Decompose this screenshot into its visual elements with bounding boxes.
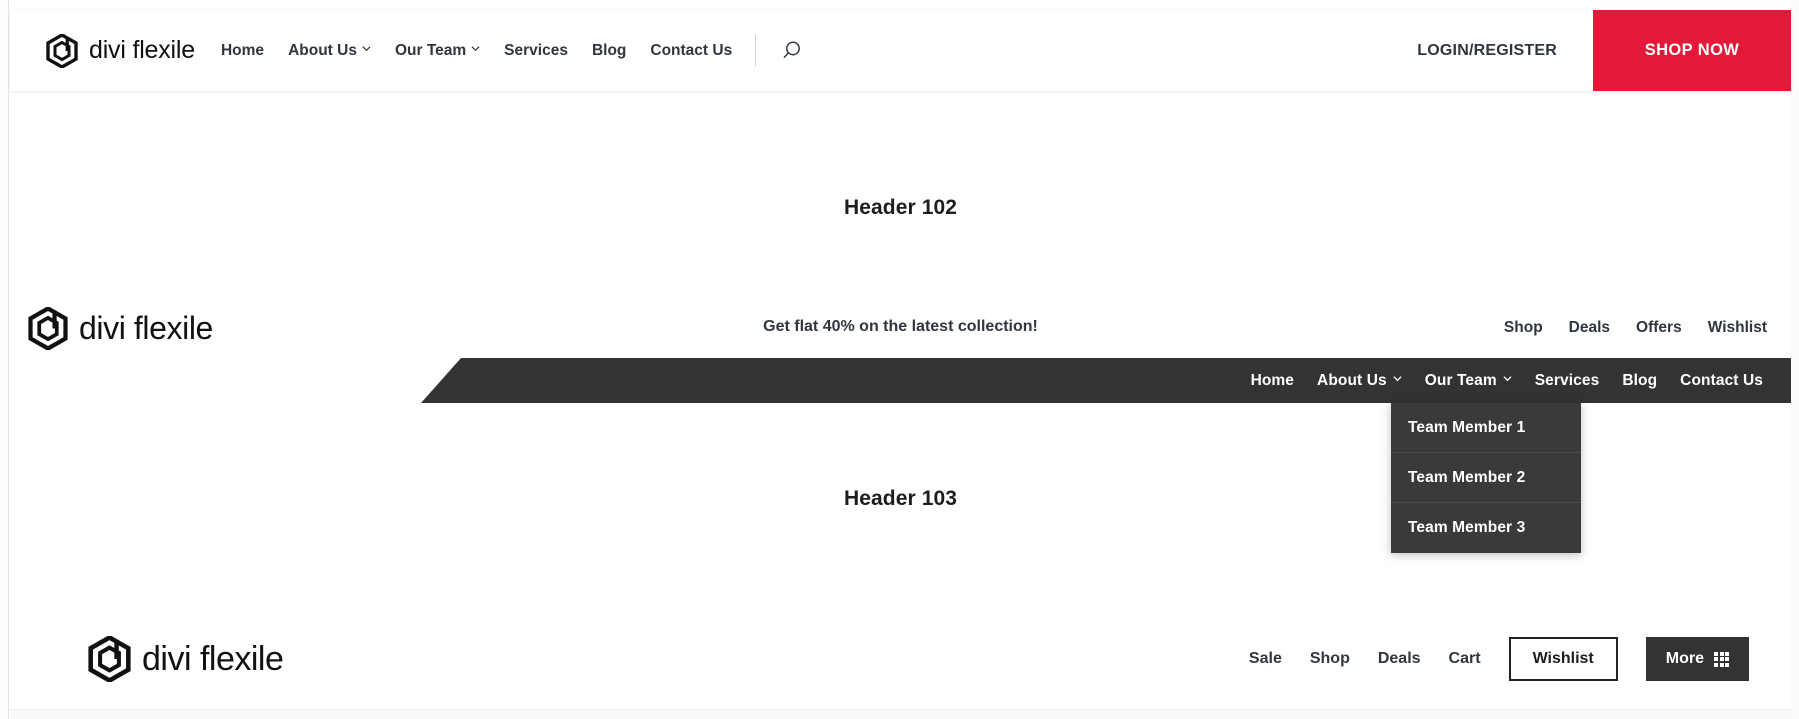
page-bottom-edge (10, 709, 1791, 719)
more-button-label: More (1665, 650, 1704, 667)
nav-item-about-us[interactable]: About Us (1317, 372, 1402, 390)
nav-item-services[interactable]: Services (504, 42, 568, 60)
promo-text: Get flat 40% on the latest collection! (763, 318, 1038, 335)
header-103-nav: Home About Us Our Team Services Blog Con… (1251, 358, 1763, 403)
nav-item-contact-us[interactable]: Contact Us (650, 42, 732, 60)
header-102-navbar: divi flexile Home About Us Our Team Serv… (10, 10, 1791, 91)
hexagon-d-logo-icon (46, 33, 78, 68)
page-right-edge (1791, 0, 1799, 719)
header-103-topbar: divi flexile Get flat 40% on the latest … (10, 298, 1791, 358)
dropdown-item-team-member-2[interactable]: Team Member 2 (1391, 453, 1581, 503)
more-button[interactable]: More (1645, 637, 1749, 681)
nav-label: About Us (1317, 371, 1387, 389)
nav-label: Our Team (1424, 371, 1497, 389)
site-logo-text: divi flexile (79, 309, 213, 346)
top-link-shop[interactable]: Shop (1504, 319, 1543, 337)
dropdown-item-team-member-3[interactable]: Team Member 3 (1391, 503, 1581, 553)
nav-label: Contact Us (1680, 371, 1763, 389)
grid-icon (1714, 651, 1729, 667)
link-deals[interactable]: Deals (1378, 650, 1421, 668)
chevron-down-icon (362, 44, 371, 53)
nav-label: About Us (288, 41, 357, 59)
nav-divider (755, 35, 757, 66)
our-team-dropdown-menu: Team Member 1 Team Member 2 Team Member … (1391, 403, 1581, 553)
nav-label: Blog (591, 41, 627, 59)
nav-label: Our Team (394, 41, 467, 59)
top-link-offers[interactable]: Offers (1636, 319, 1682, 337)
page-root: divi flexile Home About Us Our Team Serv… (0, 0, 1799, 719)
header-102-block: divi flexile Home About Us Our Team Serv… (10, 10, 1791, 298)
site-logo[interactable]: divi flexile (46, 33, 195, 68)
page-left-edge (0, 0, 9, 719)
hexagon-d-logo-icon (88, 636, 131, 682)
nav-item-blog[interactable]: Blog (592, 42, 626, 60)
search-icon[interactable] (778, 38, 804, 64)
shop-now-button[interactable]: SHOP NOW (1593, 10, 1791, 91)
header-102-section-label: Header 102 (843, 196, 958, 219)
nav-item-our-team[interactable]: Our Team (395, 42, 480, 60)
login-register-link[interactable]: LOGIN/REGISTER (1381, 10, 1593, 91)
top-link-wishlist[interactable]: Wishlist (1708, 319, 1767, 337)
nav-item-about-us[interactable]: About Us (288, 42, 371, 60)
header-104-block: divi flexile Sale Shop Deals Cart Wishli… (10, 609, 1791, 709)
nav-item-our-team[interactable]: Our Team (1425, 372, 1512, 390)
chevron-down-icon (471, 44, 480, 53)
page-top-edge (0, 0, 1799, 10)
link-sale[interactable]: Sale (1249, 650, 1282, 668)
site-logo[interactable]: divi flexile (28, 306, 213, 350)
link-cart[interactable]: Cart (1449, 650, 1481, 668)
nav-label: Services (1534, 371, 1600, 389)
header-102-actions: LOGIN/REGISTER SHOP NOW (1381, 10, 1791, 91)
nav-label: Home (1250, 371, 1295, 389)
top-link-deals[interactable]: Deals (1569, 319, 1610, 337)
dropdown-item-team-member-1[interactable]: Team Member 1 (1391, 403, 1581, 453)
nav-label: Services (504, 41, 568, 59)
nav-item-home[interactable]: Home (221, 42, 264, 60)
header-102-nav: Home About Us Our Team Services Blog Con… (221, 42, 732, 60)
link-shop[interactable]: Shop (1310, 650, 1350, 668)
site-logo-text: divi flexile (89, 36, 195, 64)
nav-item-services[interactable]: Services (1535, 372, 1600, 390)
header-103-block: divi flexile Get flat 40% on the latest … (10, 298, 1791, 609)
nav-label: Home (220, 41, 265, 59)
header-103-navbar-wrap: Home About Us Our Team Services Blog Con… (10, 358, 1791, 553)
nav-item-home[interactable]: Home (1251, 372, 1294, 390)
nav-label: Contact Us (650, 41, 733, 59)
header-104-actions: Sale Shop Deals Cart Wishlist More (1249, 637, 1749, 681)
nav-label: Blog (1622, 371, 1658, 389)
nav-item-blog[interactable]: Blog (1622, 372, 1657, 390)
site-logo-text: divi flexile (142, 639, 284, 678)
nav-item-contact-us[interactable]: Contact Us (1680, 372, 1763, 390)
wishlist-button[interactable]: Wishlist (1508, 637, 1618, 681)
chevron-down-icon (1503, 374, 1512, 383)
chevron-down-icon (1393, 374, 1402, 383)
header-103-top-links: Shop Deals Offers Wishlist (1504, 319, 1767, 337)
site-logo[interactable]: divi flexile (88, 636, 284, 682)
hexagon-d-logo-icon (28, 306, 68, 350)
